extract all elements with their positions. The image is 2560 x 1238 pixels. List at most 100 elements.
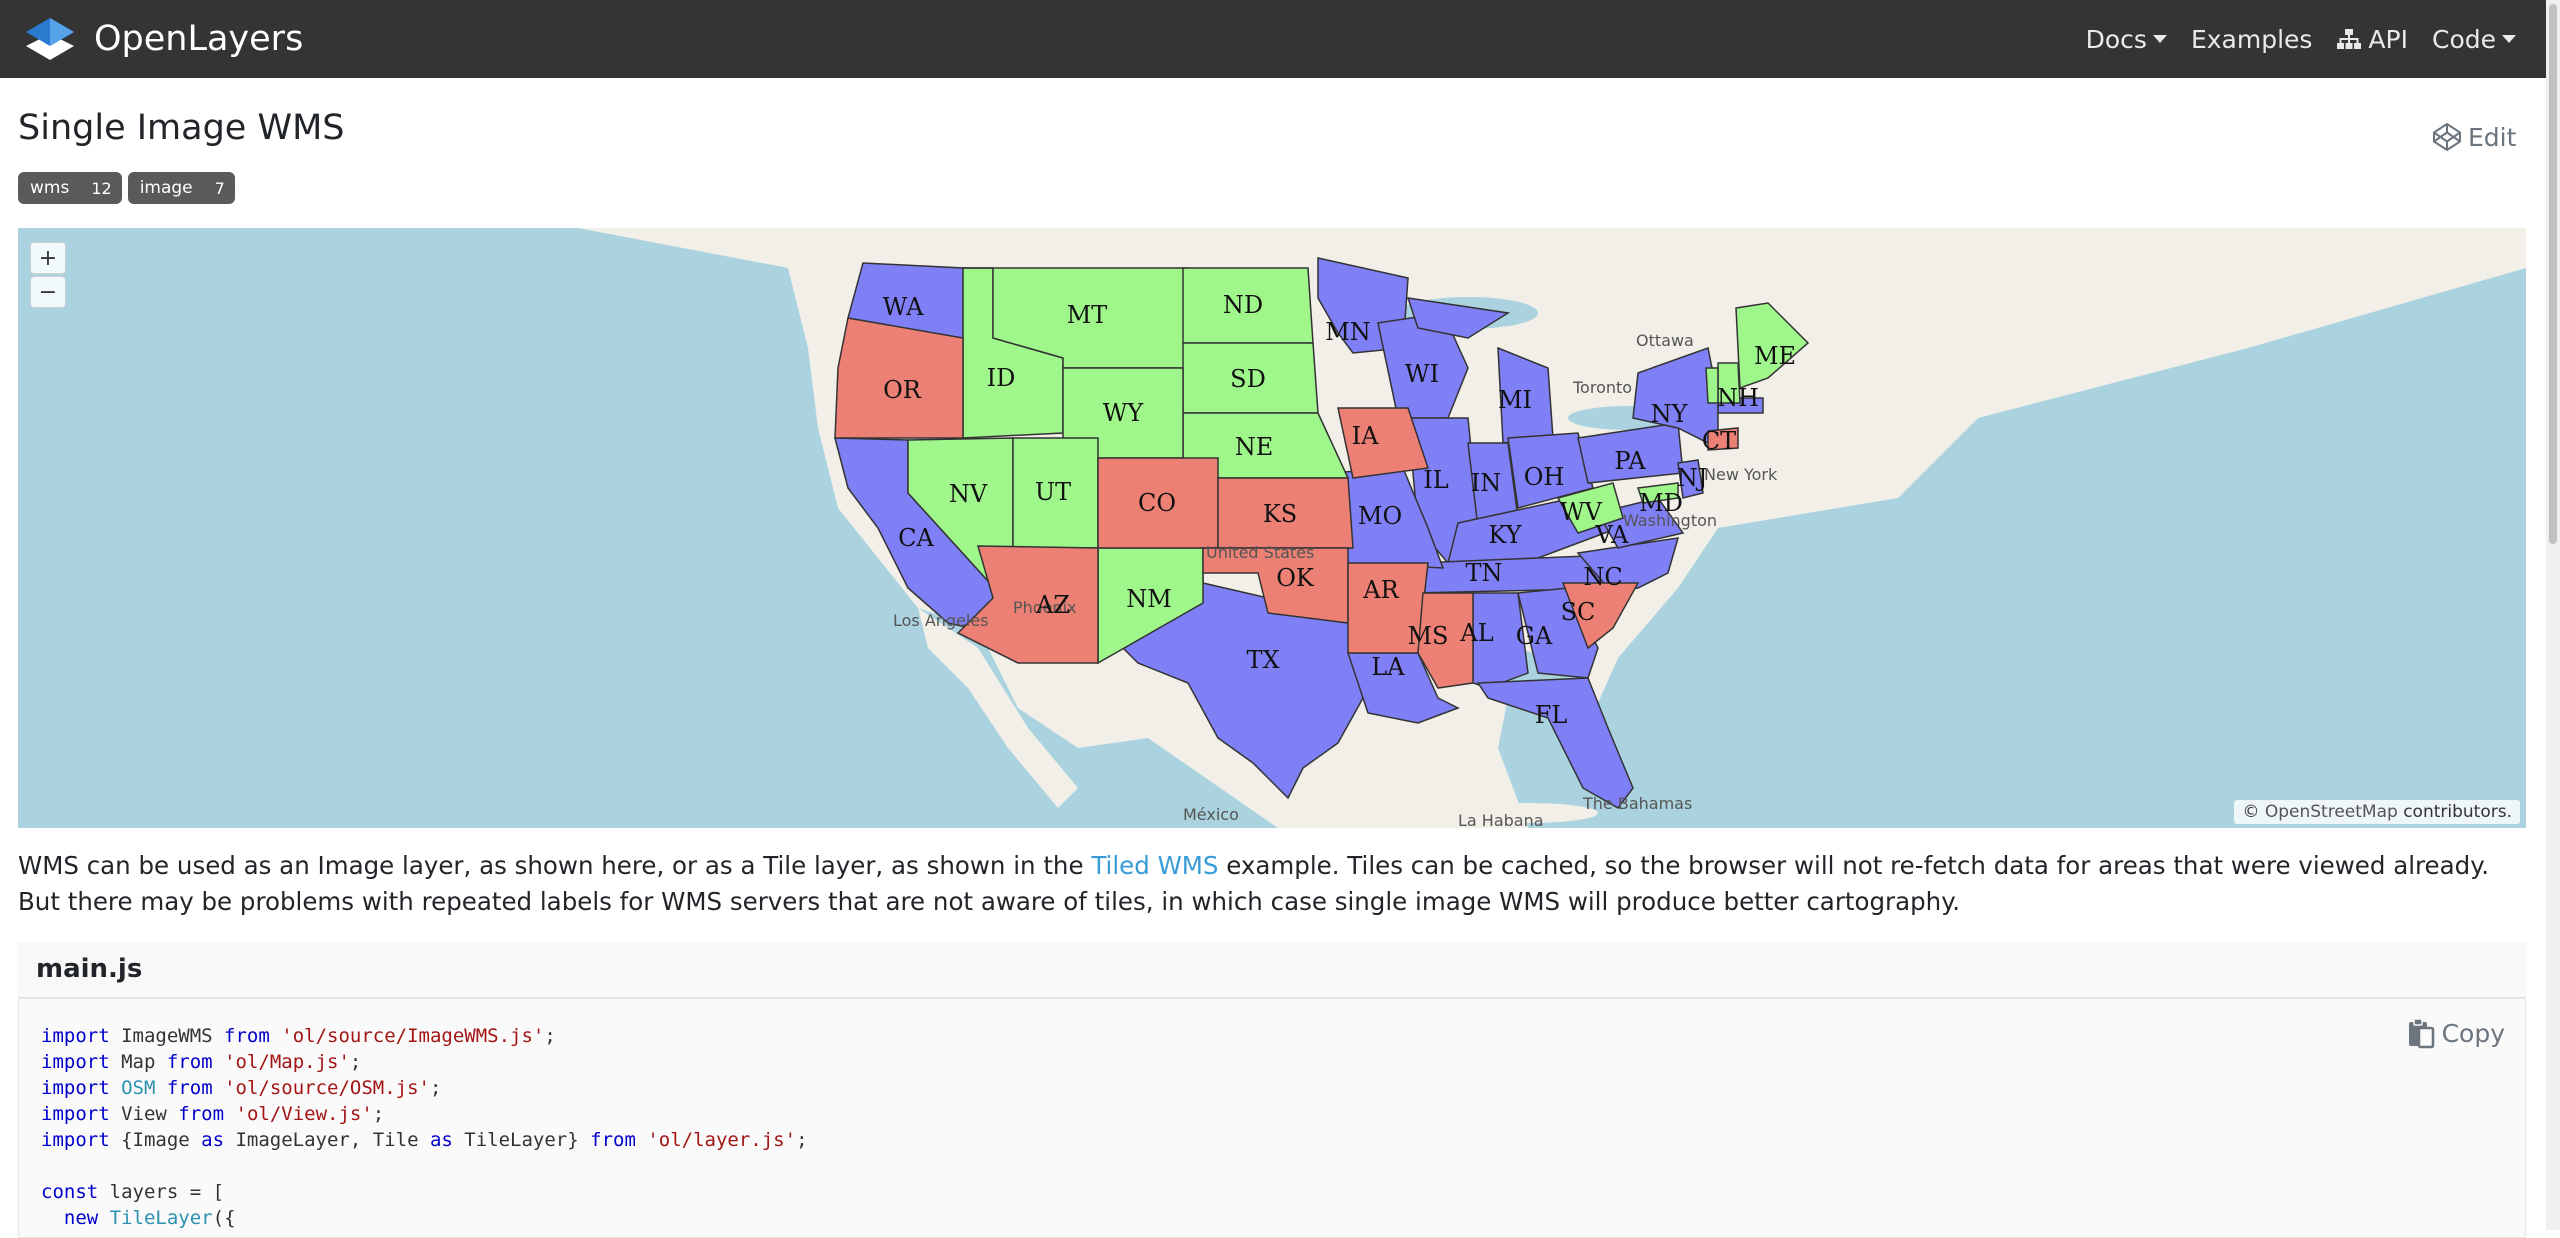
openlayers-logo-icon xyxy=(26,18,74,60)
state-label: NJ xyxy=(1677,464,1708,492)
state-label: CO xyxy=(1138,489,1176,517)
openstreetmap-link[interactable]: OpenStreetMap xyxy=(2265,802,2398,822)
code-content: import ImageWMS from 'ol/source/ImageWMS… xyxy=(41,1023,808,1231)
code-line: import View from 'ol/View.js'; xyxy=(41,1103,385,1125)
caret-down-icon xyxy=(2152,35,2167,43)
state-label: IA xyxy=(1352,422,1379,450)
tiled-wms-link[interactable]: Tiled WMS xyxy=(1091,851,1218,880)
state-label: ND xyxy=(1223,291,1263,319)
state-label: UT xyxy=(1035,478,1071,506)
state-label: MO xyxy=(1358,502,1402,530)
state-label: SC xyxy=(1561,598,1596,626)
caret-down-icon xyxy=(2502,35,2516,43)
state-label: KS xyxy=(1263,500,1297,528)
tag-count: 7 xyxy=(214,178,225,198)
state-label: WY xyxy=(1103,399,1145,427)
state-label: TX xyxy=(1246,646,1279,674)
state-label: MT xyxy=(1067,301,1108,329)
copy-button[interactable]: Copy xyxy=(2406,1017,2505,1049)
map-canvas[interactable]: Ottawa Toronto Los Angeles Phoenix Unite… xyxy=(18,228,2526,828)
state-label: KY xyxy=(1488,521,1522,549)
nav-code[interactable]: Code xyxy=(2432,25,2516,54)
code-line: import OSM from 'ol/source/OSM.js'; xyxy=(41,1077,442,1099)
tag-wms[interactable]: wms 12 xyxy=(18,172,122,204)
state-label: SD xyxy=(1230,365,1266,393)
state-label: WA xyxy=(883,293,924,321)
place-label: United States xyxy=(1206,543,1314,562)
attribution-suffix: contributors. xyxy=(2403,802,2512,822)
place-label: Ottawa xyxy=(1636,331,1694,350)
state-label: IL xyxy=(1423,466,1448,494)
tag-label: wms xyxy=(30,178,70,198)
nav-api[interactable]: API xyxy=(2336,25,2408,54)
code-file-name: main.js xyxy=(36,954,143,984)
nav-menu: Docs Examples API Code xyxy=(2062,0,2516,78)
attribution-prefix: © xyxy=(2242,802,2260,822)
state-label: OH xyxy=(1524,463,1565,491)
state-label: WI xyxy=(1405,360,1439,388)
nav-code-label: Code xyxy=(2431,24,2496,54)
page-title: Single Image WMS xyxy=(18,108,345,148)
state-label: MS xyxy=(1407,622,1448,650)
state-label: NH xyxy=(1717,384,1759,412)
nav-examples-label: Examples xyxy=(2190,24,2313,54)
scrollbar-thumb[interactable] xyxy=(2549,4,2557,544)
edit-button[interactable]: Edit xyxy=(2432,122,2516,152)
state-label: GA xyxy=(1516,622,1553,650)
state-label: AZ xyxy=(1035,591,1070,619)
zoom-out-button[interactable]: − xyxy=(30,276,66,308)
code-line: new TileLayer({ xyxy=(63,1207,236,1229)
brand-name: OpenLayers xyxy=(94,19,304,59)
state-label: AL xyxy=(1459,619,1493,647)
state-label: NM xyxy=(1126,585,1172,613)
state-label: LA xyxy=(1371,653,1405,681)
tag-count: 12 xyxy=(91,178,112,198)
state-label: MN xyxy=(1325,318,1371,346)
state-label: OK xyxy=(1276,564,1315,592)
tag-list: wms 12 image 7 xyxy=(18,172,241,204)
state-label: CA xyxy=(898,524,934,552)
zoom-in-button[interactable]: + xyxy=(30,242,66,274)
state-label: ME xyxy=(1754,342,1796,370)
place-label: México xyxy=(1183,805,1239,824)
clipboard-icon xyxy=(2408,1018,2434,1049)
state-label: PA xyxy=(1614,447,1646,475)
state-label: ID xyxy=(987,364,1016,392)
place-label: Toronto xyxy=(1572,378,1632,397)
description-text: WMS can be used as an Image layer, as sh… xyxy=(18,851,1092,880)
code-line: import Map from 'ol/Map.js'; xyxy=(41,1051,362,1073)
state-label: AR xyxy=(1362,576,1399,604)
sitemap-icon xyxy=(2337,29,2362,49)
nav-examples[interactable]: Examples xyxy=(2191,25,2312,54)
state-label: FL xyxy=(1535,701,1568,729)
map-viewport[interactable]: Ottawa Toronto Los Angeles Phoenix Unite… xyxy=(18,228,2526,828)
map-attribution: © OpenStreetMap contributors. xyxy=(2234,800,2520,824)
state-label: NY xyxy=(1651,400,1689,428)
state-label: WV xyxy=(1560,498,1603,526)
brand-link[interactable]: OpenLayers xyxy=(24,12,303,66)
state-label: NE xyxy=(1235,433,1274,461)
example-description: WMS can be used as an Image layer, as sh… xyxy=(18,848,2530,920)
place-label: Los Angeles xyxy=(893,611,989,630)
nav-docs-label: Docs xyxy=(2085,24,2147,54)
nav-api-label: API xyxy=(2368,24,2408,54)
state-label: OR xyxy=(883,376,922,404)
codepen-icon xyxy=(2433,123,2461,151)
state-label: TN xyxy=(1465,559,1502,587)
state-label: MD xyxy=(1639,489,1683,517)
tag-label: image xyxy=(139,178,193,198)
place-label: New York xyxy=(1704,465,1778,484)
page-scrollbar[interactable] xyxy=(2546,0,2560,1230)
code-line: import ImageWMS from 'ol/source/ImageWMS… xyxy=(41,1025,556,1047)
code-block[interactable]: Copy import ImageWMS from 'ol/source/Ima… xyxy=(18,998,2526,1238)
zoom-controls: + − xyxy=(30,242,66,310)
state-label: NV xyxy=(949,480,988,508)
code-line: import {Image as ImageLayer, Tile as Til… xyxy=(41,1129,808,1151)
place-label: The Bahamas xyxy=(1582,794,1692,813)
copy-label: Copy xyxy=(2441,1018,2505,1048)
tag-image[interactable]: image 7 xyxy=(127,172,235,204)
state-label: NC xyxy=(1583,563,1622,591)
state-label: MI xyxy=(1498,386,1532,414)
nav-docs[interactable]: Docs xyxy=(2086,25,2167,54)
